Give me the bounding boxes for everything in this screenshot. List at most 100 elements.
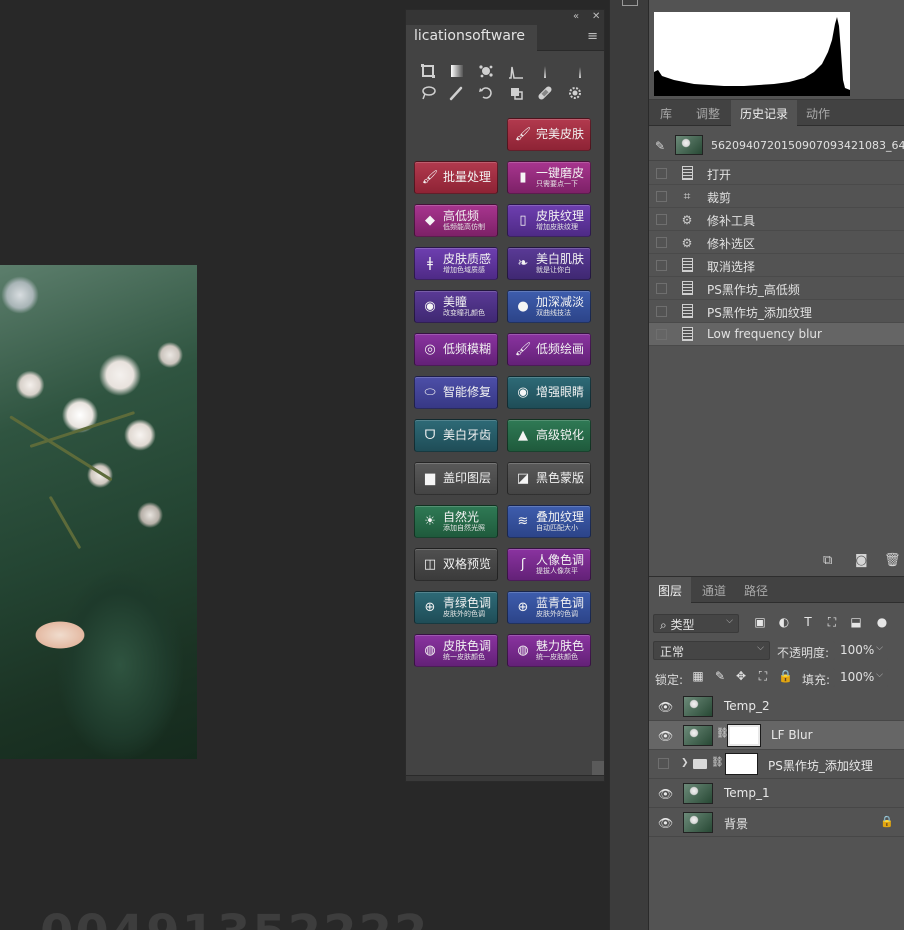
rotate-icon[interactable] [476, 83, 496, 103]
lock-all-icon[interactable]: 🔒 [778, 669, 793, 683]
crop-icon[interactable] [418, 61, 438, 81]
tab-layers[interactable]: 图层 [649, 577, 691, 603]
history-item[interactable]: PS黑作坊_高低频 [649, 277, 904, 300]
history-source-checkbox[interactable] [656, 260, 667, 271]
brush-icon[interactable] [447, 83, 467, 103]
stamp-icon[interactable] [506, 83, 526, 103]
layer-row-selected[interactable]: 👁 ⛓ LF Blur [649, 721, 904, 750]
dual-preview-button[interactable]: ◫ 双格预览 [414, 548, 498, 581]
tab-actions[interactable]: 动作 [799, 100, 837, 126]
blend-mode-select[interactable]: 正常 ⌵ [653, 641, 770, 660]
tab-plugin[interactable]: licationsoftware [406, 25, 537, 52]
adjustment-filter-icon[interactable]: ◐ [777, 615, 791, 631]
layer-group-row[interactable]: ❯ ⛓ PS黑作坊_添加纹理 [649, 750, 904, 779]
history-source-checkbox[interactable] [656, 237, 667, 248]
history-item[interactable]: 打开 [649, 162, 904, 185]
trash-icon[interactable]: 🗑 [884, 553, 901, 568]
whiten-skin-button[interactable]: ❧ 美白肌肤 就是让你白 [507, 247, 591, 280]
layer-row-background[interactable]: 👁 背景 🔒 [649, 808, 904, 837]
lock-position-icon[interactable]: ✥ [734, 669, 748, 683]
chip-icon[interactable] [565, 83, 585, 103]
cyan-tone-button[interactable]: ⊕ 青绿色调 皮肤外的色调 [414, 591, 498, 624]
charm-skin-button[interactable]: ◍ 魅力肤色 统一皮肤颜色 [507, 634, 591, 667]
panel-bottom-edge[interactable] [406, 775, 604, 781]
panel-resize-handle[interactable] [592, 761, 604, 775]
tab-channels[interactable]: 通道 [693, 577, 735, 603]
history-item[interactable]: 取消选择 [649, 254, 904, 277]
smart-repair-button[interactable]: ⬭ 智能修复 [414, 376, 498, 409]
dodge-burn-button[interactable]: ● 加深减淡 双曲线技法 [507, 290, 591, 323]
expand-arrow-icon[interactable]: ❯ [681, 758, 689, 768]
gradient-icon[interactable] [447, 61, 467, 81]
history-item[interactable]: ⌗ 裁剪 [649, 185, 904, 208]
link-chain-icon[interactable]: ⛓ [711, 757, 724, 768]
batch-process-button[interactable]: 🖌 批量处理 [414, 161, 498, 194]
camera-icon[interactable]: ◙ [855, 553, 868, 568]
blue-cyan-tone-button[interactable]: ⊕ 蓝青色调 皮肤外的色调 [507, 591, 591, 624]
bandage-icon[interactable] [535, 83, 555, 103]
lf-blur-button[interactable]: ◎ 低频模糊 [414, 333, 498, 366]
smart-object-filter-icon[interactable]: ⬓ [849, 615, 863, 631]
one-click-smooth-button[interactable]: ▮ 一键磨皮 只需要点一下 [507, 161, 591, 194]
curve-icon[interactable] [565, 61, 585, 81]
tab-library[interactable]: 库 [649, 100, 683, 126]
layer-mask-thumbnail[interactable] [727, 724, 761, 747]
collapse-icon[interactable]: « [573, 11, 579, 23]
shape-filter-icon[interactable]: ⛶ [825, 615, 839, 631]
panel-title-bar[interactable]: « ✕ [406, 10, 604, 25]
tab-history[interactable]: 历史记录 [731, 100, 797, 126]
visibility-toggle-empty[interactable] [658, 758, 669, 769]
layer-mask-thumbnail[interactable] [725, 753, 758, 775]
layer-row[interactable]: 👁 Temp_2 [649, 692, 904, 721]
lock-artboard-icon[interactable]: ⛶ [756, 669, 770, 684]
lasso-icon[interactable] [418, 83, 438, 103]
pixel-filter-icon[interactable]: ▣ [753, 615, 767, 631]
enhance-eyes-button[interactable]: ◉ 增强眼睛 [507, 376, 591, 409]
lf-paint-button[interactable]: 🖌 低频绘画 [507, 333, 591, 366]
histogram-icon[interactable] [506, 61, 526, 81]
history-source-checkbox[interactable] [656, 214, 667, 225]
skin-tone-button[interactable]: ◍ 皮肤色调 统一皮肤颜色 [414, 634, 498, 667]
black-mask-button[interactable]: ◪ 黑色蒙版 [507, 462, 591, 495]
tab-adjustments[interactable]: 调整 [687, 100, 729, 126]
panel-menu-icon[interactable]: ≡ [587, 29, 598, 44]
pupil-color-button[interactable]: ◉ 美瞳 改变瞳孔颜色 [414, 290, 498, 323]
type-filter-icon[interactable]: T [801, 615, 815, 631]
layer-filter-select[interactable]: ⌕ 类型 ⌵ [653, 614, 739, 633]
history-item[interactable]: ⚙ 修补选区 [649, 231, 904, 254]
lock-paint-icon[interactable]: ✎ [713, 669, 727, 683]
portrait-tone-button[interactable]: ʃ 人像色调 提拔人像灰平 [507, 548, 591, 581]
history-source-checkbox[interactable] [656, 283, 667, 294]
history-snapshot[interactable]: ✎ 5620940720150907093421083_640... [649, 131, 904, 161]
layer-row[interactable]: 👁 Temp_1 [649, 779, 904, 808]
new-document-icon[interactable]: ⧉ [823, 553, 832, 568]
visibility-eye-icon[interactable]: 👁 [658, 729, 673, 743]
document-canvas[interactable]: 00491352222 [0, 0, 427, 930]
visibility-eye-icon[interactable]: 👁 [658, 816, 673, 830]
visibility-eye-icon[interactable]: 👁 [658, 700, 673, 714]
advanced-sharpen-button[interactable]: ▲ 高级锐化 [507, 419, 591, 452]
collapsed-panel-icon[interactable] [622, 0, 638, 6]
overlay-texture-button[interactable]: ≋ 叠加纹理 自动匹配大小 [507, 505, 591, 538]
filter-toggle-icon[interactable]: ● [875, 615, 889, 631]
skin-quality-button[interactable]: ǂ 皮肤质感 增加色域质感 [414, 247, 498, 280]
history-item-selected[interactable]: Low frequency blur [649, 323, 904, 346]
high-low-freq-button[interactable]: ◆ 高低频 低频能高仿制 [414, 204, 498, 237]
close-icon[interactable]: ✕ [592, 11, 600, 23]
natural-light-button[interactable]: ☀ 自然光 添加自然光照 [414, 505, 498, 538]
history-brush-icon[interactable]: ✎ [655, 139, 665, 153]
fill-field[interactable]: 100% ⌵ [833, 668, 889, 687]
opacity-field[interactable]: 100% ⌵ [833, 641, 889, 660]
history-source-checkbox[interactable] [656, 191, 667, 202]
skin-texture-button[interactable]: ▯ 皮肤纹理 增加皮肤纹理 [507, 204, 591, 237]
history-item[interactable]: PS黑作坊_添加纹理 [649, 300, 904, 323]
lock-transparent-icon[interactable]: ▦ [691, 669, 705, 683]
history-item[interactable]: ⚙ 修补工具 [649, 208, 904, 231]
visibility-eye-icon[interactable]: 👁 [658, 787, 673, 801]
stamp-layer-button[interactable]: ▆ 盖印图层 [414, 462, 498, 495]
whiten-teeth-button[interactable]: ᗜ 美白牙齿 [414, 419, 498, 452]
history-source-checkbox[interactable] [656, 306, 667, 317]
history-source-checkbox[interactable] [656, 329, 667, 340]
perfect-skin-button[interactable]: 🖌 完美皮肤 [507, 118, 591, 151]
history-source-checkbox[interactable] [656, 168, 667, 179]
